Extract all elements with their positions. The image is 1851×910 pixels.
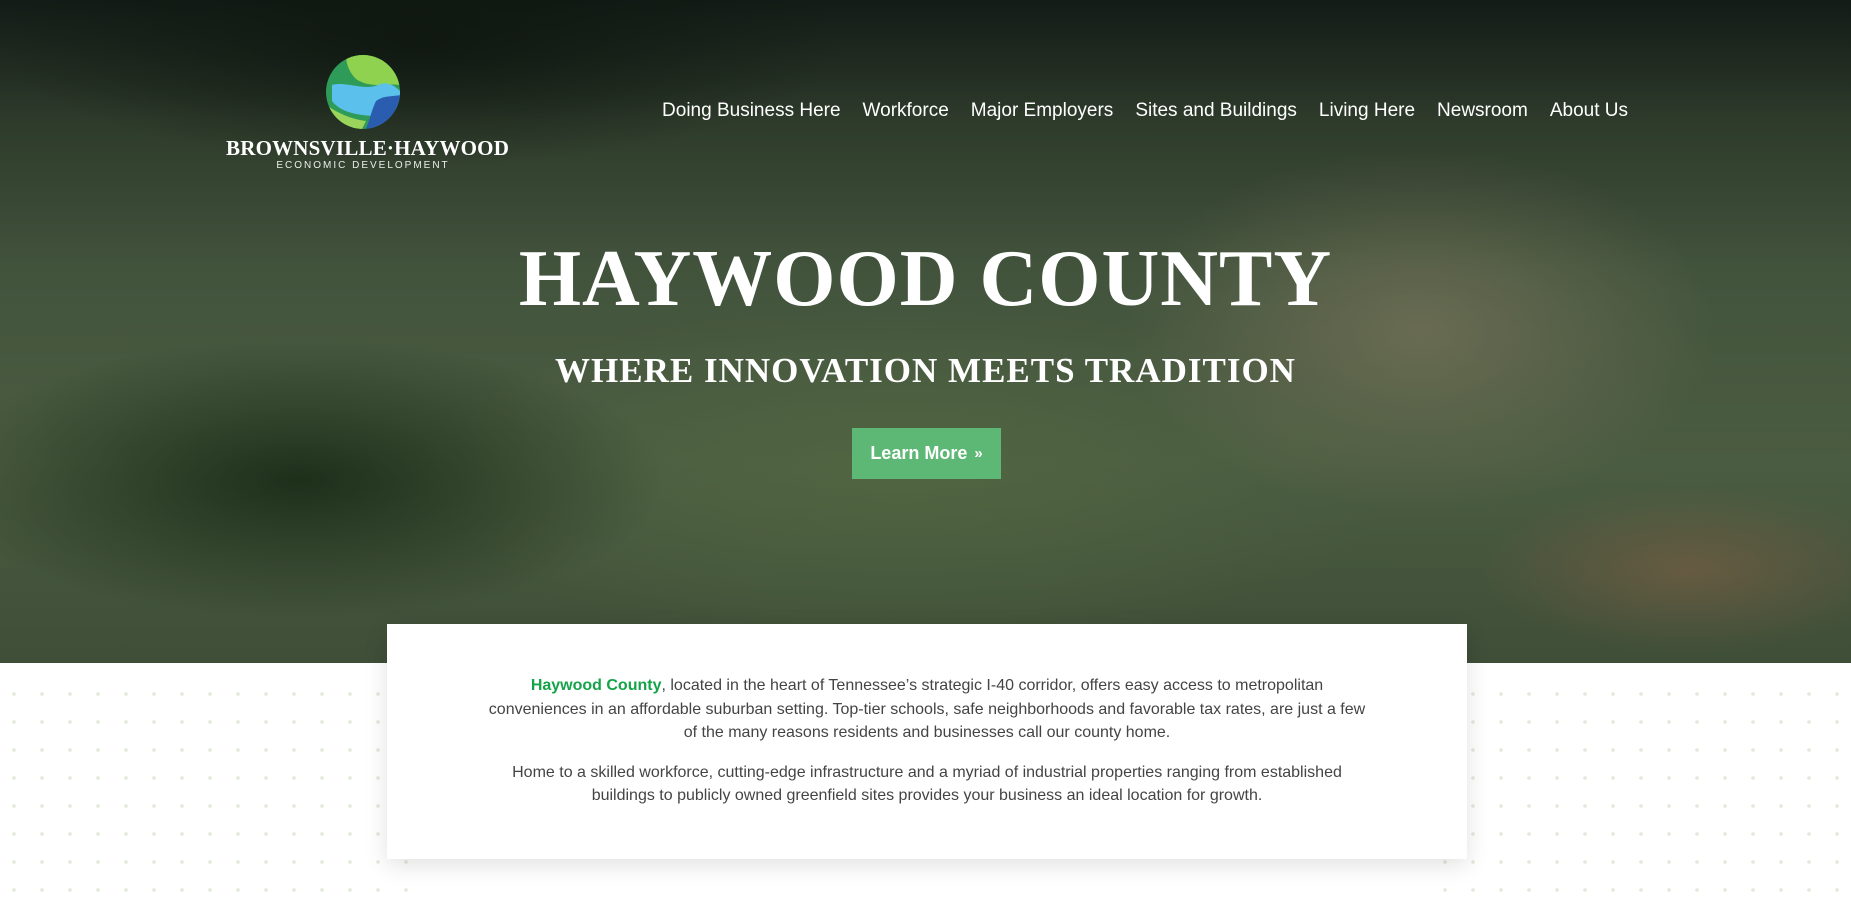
nav-item-newsroom[interactable]: Newsroom — [1437, 100, 1528, 124]
nav-item-doing-business-here[interactable]: Doing Business Here — [662, 100, 840, 124]
learn-more-label: Learn More — [870, 443, 968, 463]
nav-item-sites-and-buildings[interactable]: Sites and Buildings — [1135, 100, 1297, 124]
logo-mark-icon — [326, 55, 400, 129]
nav-item-major-employers[interactable]: Major Employers — [971, 100, 1114, 124]
hero-section: BROWNSVILLE·HAYWOOD ECONOMIC DEVELOPMENT… — [0, 0, 1851, 663]
hero-title: HAYWOOD COUNTY — [518, 235, 1333, 323]
nav-item-about-us[interactable]: About Us — [1550, 100, 1628, 124]
nav-item-workforce[interactable]: Workforce — [863, 100, 949, 124]
intro-paragraph-2: Home to a skilled workforce, cutting-edg… — [512, 763, 1342, 805]
intro-card: Haywood County, located in the heart of … — [387, 624, 1467, 859]
decorative-dot-pattern-right — [1431, 680, 1851, 910]
site-logo[interactable]: BROWNSVILLE·HAYWOOD ECONOMIC DEVELOPMENT — [226, 52, 510, 172]
main-nav: Doing Business Here Workforce Major Empl… — [662, 100, 1628, 124]
intro-paragraph-1: Haywood County, located in the heart of … — [487, 674, 1367, 745]
decorative-dot-pattern-left — [0, 680, 420, 910]
double-chevron-right-icon: » — [974, 445, 983, 462]
intro-highlight: Haywood County — [530, 677, 662, 694]
learn-more-button[interactable]: Learn More » — [852, 428, 1001, 479]
nav-item-living-here[interactable]: Living Here — [1319, 100, 1415, 124]
hero-tagline: WHERE INNOVATION MEETS TRADITION — [555, 351, 1296, 390]
logo-wordmark: BROWNSVILLE·HAYWOOD — [226, 136, 510, 160]
logo-tagline: ECONOMIC DEVELOPMENT — [276, 160, 450, 171]
